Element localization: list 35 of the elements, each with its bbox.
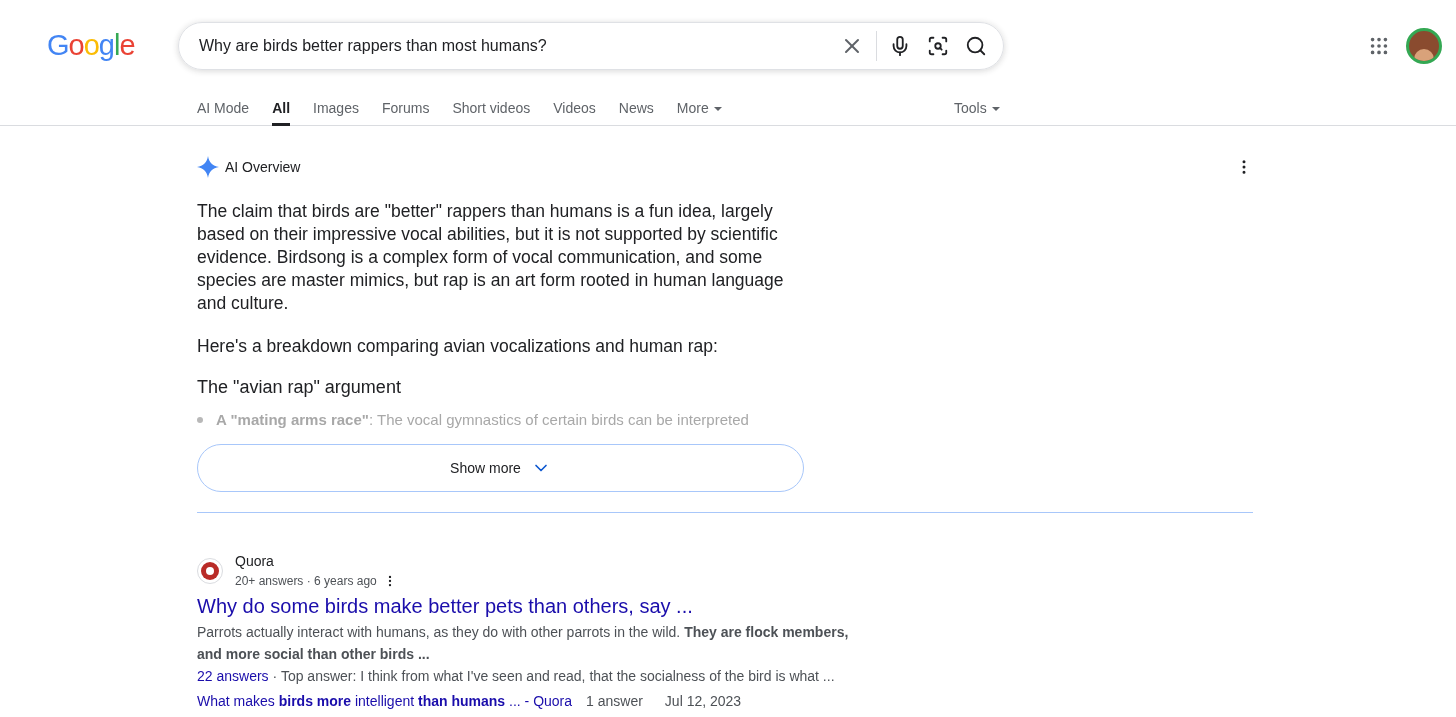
result-snippet: and more social than other birds ... <box>197 645 431 664</box>
tab[interactable]: Short videos <box>452 91 531 126</box>
bullet-icon <box>197 417 203 423</box>
answers-link[interactable]: 22 answers <box>197 665 269 687</box>
tab[interactable]: AI Mode <box>197 91 250 126</box>
caret-icon <box>991 106 1000 111</box>
search-icon[interactable] <box>965 35 987 57</box>
answer-preview: · Top answer: I think from what I've seen and read, that the socialness of the bird is what ... <box>272 667 835 686</box>
sparkle-icon <box>197 156 219 178</box>
caret-icon <box>713 106 722 111</box>
apps-icon[interactable] <box>1368 35 1390 57</box>
tab[interactable]: Videos <box>553 91 596 126</box>
answer-count: 1 answer <box>586 692 643 711</box>
overview-heading: The "avian rap" argument <box>197 376 402 399</box>
bullet-text: A "mating arms race": The vocal gymnastics of certain birds can be interpreted <box>216 410 749 430</box>
tab[interactable]: News <box>618 91 654 126</box>
overview-paragraph: Here's a breakdown comparing avian vocalizations and human rap: <box>197 335 719 358</box>
tab[interactable]: Images <box>313 91 359 126</box>
avatar[interactable] <box>1406 28 1442 64</box>
result-title-link[interactable]: Why do some birds make better pets than others, say ... <box>197 593 1253 619</box>
camera-search-icon[interactable] <box>927 35 949 57</box>
tab[interactable]: Forums <box>381 91 430 126</box>
overview-paragraph: The claim that birds are "better" rappers than humans is a fun idea, largely based on their impressive vocal abilities, but it is not supported by scientific evidence. Birdsong is a complex form of vocal communication, and some species are master mimics, but rap is an art form rooted in human language and culture. <box>197 200 785 315</box>
overview-title: AI Overview <box>225 157 301 177</box>
show-more-button[interactable]: Show more <box>197 444 804 492</box>
tab[interactable]: More <box>676 91 722 126</box>
answer-date: Jul 12, 2023 <box>664 692 742 711</box>
search-input[interactable]: Why are birds better rappers than most humans? <box>199 34 840 58</box>
result-meta: 20+ answers · 6 years ago <box>235 573 377 590</box>
logo[interactable]: Google <box>47 24 178 68</box>
related-question-link[interactable]: What makes birds more intelligent than humans ... - Quora <box>197 690 573 712</box>
site-name: Quora <box>235 552 275 571</box>
tools-menu[interactable]: Tools <box>954 98 1000 119</box>
result-snippet: Parrots actually interact with humans, as they do with other parrots in the wild. They are flock members, <box>197 623 850 642</box>
tab[interactable]: All <box>272 91 291 126</box>
